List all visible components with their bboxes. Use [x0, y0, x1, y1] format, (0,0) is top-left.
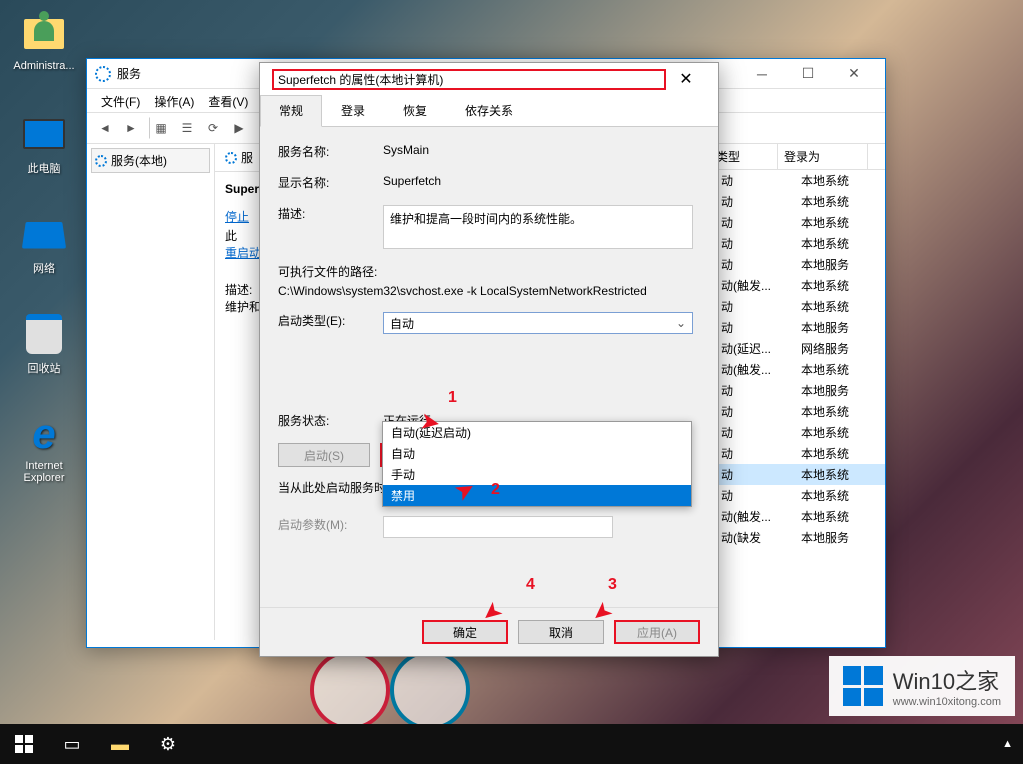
annotation-1: 1: [448, 389, 457, 407]
chevron-down-icon: ⌄: [676, 316, 686, 330]
menu-file[interactable]: 文件(F): [95, 91, 146, 112]
services-tree-root[interactable]: 服务(本地): [91, 148, 210, 173]
option-auto[interactable]: 自动: [383, 443, 691, 464]
tab-general[interactable]: 常规: [260, 95, 322, 127]
value-service-name: SysMain: [383, 143, 700, 157]
close-button[interactable]: ✕: [831, 59, 877, 89]
background-badge: [310, 650, 390, 730]
label-display-name: 显示名称:: [278, 174, 383, 191]
tab-logon[interactable]: 登录: [322, 95, 384, 126]
service-properties-dialog: Superfetch 的属性(本地计算机) ✕ 常规 登录 恢复 依存关系 服务…: [259, 62, 719, 657]
windows-icon: [15, 735, 33, 753]
maximize-button[interactable]: ☐: [785, 59, 831, 89]
menu-view[interactable]: 查看(V): [202, 91, 254, 112]
props-title: Superfetch 的属性(本地计算机): [272, 69, 666, 90]
desktop-icon-ie[interactable]: e Internet Explorer: [4, 410, 84, 484]
task-view-button[interactable]: ▭: [48, 724, 96, 764]
value-description[interactable]: 维护和提高一段时间内的系统性能。: [383, 205, 693, 249]
file-explorer-button[interactable]: ▬: [96, 724, 144, 764]
taskbar: ▭ ▬ ⚙ ▲: [0, 724, 1023, 764]
toolbar-refresh-button[interactable]: ⟳: [201, 117, 225, 139]
nav-back-button[interactable]: ◄: [93, 117, 117, 139]
props-titlebar[interactable]: Superfetch 的属性(本地计算机) ✕: [260, 63, 718, 95]
apply-button[interactable]: 应用(A): [614, 620, 700, 644]
start-params-input: [383, 516, 613, 538]
gear-icon: [95, 66, 111, 82]
annotation-4: 4: [526, 576, 535, 594]
label-exe-path: 可执行文件的路径:: [278, 263, 377, 280]
cancel-button[interactable]: 取消: [518, 620, 604, 644]
annotation-2: 2: [491, 481, 500, 499]
services-title: 服务: [117, 65, 141, 82]
folder-icon: [24, 19, 64, 49]
watermark: Win10之家 www.win10xitong.com: [829, 656, 1015, 716]
background-badge-2: [390, 650, 470, 730]
minimize-button[interactable]: ─: [739, 59, 785, 89]
label-service-status: 服务状态:: [278, 412, 383, 429]
tab-recovery[interactable]: 恢复: [384, 95, 446, 126]
desktop-icon-this-pc[interactable]: 此电脑: [4, 110, 84, 176]
desktop-icon-recycle-bin[interactable]: 回收站: [4, 310, 84, 376]
startup-type-select[interactable]: 自动 ⌄: [383, 312, 693, 334]
desktop-icon-admin[interactable]: Administra...: [4, 10, 84, 72]
services-tree-panel: 服务(本地): [87, 144, 215, 640]
detail-header: 服: [217, 146, 261, 169]
nav-forward-button[interactable]: ►: [119, 117, 143, 139]
value-exe-path: C:\Windows\system32\svchost.exe -k Local…: [278, 284, 647, 298]
tab-dependencies[interactable]: 依存关系: [446, 95, 532, 126]
start-button[interactable]: [0, 724, 48, 764]
toolbar-props-button[interactable]: ☰: [175, 117, 199, 139]
desktop-icon-network[interactable]: 网络: [4, 210, 84, 276]
ie-icon: e: [32, 410, 55, 458]
start-button: 启动(S): [278, 443, 370, 467]
toolbar-grid-button[interactable]: ▦: [149, 117, 173, 139]
option-disabled[interactable]: 禁用: [383, 485, 691, 506]
option-manual[interactable]: 手动: [383, 464, 691, 485]
windows-logo-icon: [843, 666, 883, 706]
label-service-name: 服务名称:: [278, 143, 383, 160]
annotation-3: 3: [608, 576, 617, 594]
label-start-params: 启动参数(M):: [278, 516, 383, 533]
gear-icon: [225, 152, 237, 164]
col-logon-as[interactable]: 登录为: [778, 144, 868, 169]
pc-icon: [23, 119, 65, 149]
tray-area[interactable]: ▲: [992, 724, 1023, 764]
gear-icon: [95, 155, 107, 167]
label-startup-type: 启动类型(E):: [278, 312, 383, 329]
props-tabs: 常规 登录 恢复 依存关系: [260, 95, 718, 127]
props-close-button[interactable]: ✕: [666, 65, 706, 93]
label-description: 描述:: [278, 205, 383, 222]
toolbar-export-button[interactable]: ▶: [227, 117, 251, 139]
recycle-bin-icon: [26, 314, 62, 354]
network-icon: [22, 222, 66, 249]
settings-button[interactable]: ⚙: [144, 724, 192, 764]
value-display-name: Superfetch: [383, 174, 700, 188]
menu-action[interactable]: 操作(A): [148, 91, 200, 112]
